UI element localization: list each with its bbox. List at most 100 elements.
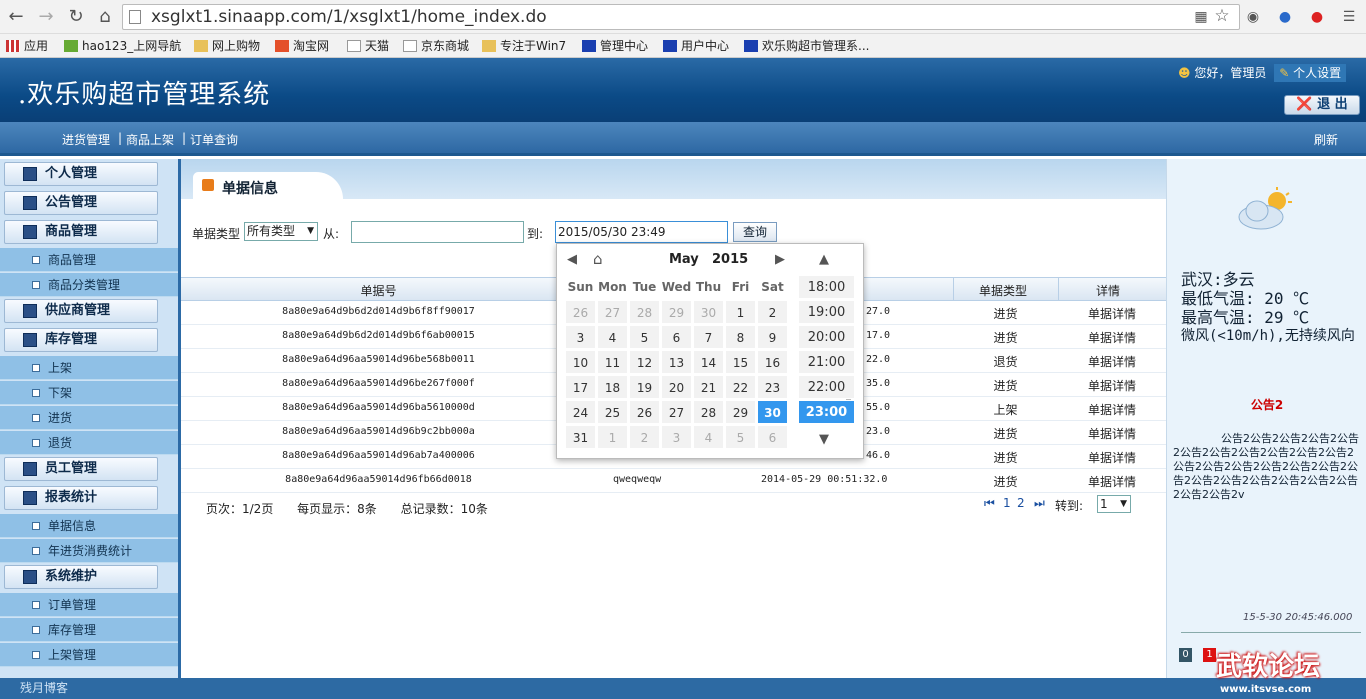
sidebar-item-bills[interactable]: 单据信息: [0, 514, 178, 538]
sidebar-item-shelf-up[interactable]: 上架: [0, 356, 178, 380]
query-button[interactable]: 查询: [733, 222, 777, 242]
first-page-icon[interactable]: ⏮: [984, 496, 995, 511]
calendar-day[interactable]: 17: [565, 375, 596, 399]
sidebar-group-staff[interactable]: 员工管理: [4, 457, 158, 481]
sidebar-group-personal[interactable]: 个人管理: [4, 162, 158, 186]
logout-button[interactable]: ❌ 退 出: [1284, 95, 1360, 115]
calendar-day[interactable]: 28: [693, 400, 724, 424]
notice-title[interactable]: 公告2: [1167, 396, 1366, 413]
bookmark-shopping[interactable]: 网上购物: [194, 37, 260, 55]
bookmark-taobao[interactable]: 淘宝网: [275, 37, 329, 55]
calendar-day[interactable]: 1: [597, 425, 628, 449]
calendar-day[interactable]: 14: [693, 350, 724, 374]
calendar-day[interactable]: 18: [597, 375, 628, 399]
calendar-day[interactable]: 22: [725, 375, 756, 399]
bookmark-apps[interactable]: 应用: [6, 37, 48, 55]
calendar-day[interactable]: 4: [693, 425, 724, 449]
time-option[interactable]: 19:00: [798, 300, 855, 324]
detail-link[interactable]: 单据详情: [1058, 329, 1166, 346]
refresh-link[interactable]: 刷新: [1314, 131, 1338, 148]
calendar-day[interactable]: 5: [629, 325, 660, 349]
calendar-day[interactable]: 23: [757, 375, 788, 399]
calendar-day[interactable]: 24: [565, 400, 596, 424]
calendar-day[interactable]: 27: [661, 400, 692, 424]
bookmark-admin[interactable]: 管理中心: [582, 37, 648, 55]
calendar-day[interactable]: 10: [565, 350, 596, 374]
bookmark-user[interactable]: 用户中心: [663, 37, 729, 55]
last-page-icon[interactable]: ⏭: [1034, 496, 1045, 511]
sidebar-group-goods[interactable]: 商品管理: [4, 220, 158, 244]
calendar-day[interactable]: 8: [725, 325, 756, 349]
calendar-day[interactable]: 11: [597, 350, 628, 374]
calendar-day[interactable]: 25: [597, 400, 628, 424]
sidebar-item-shelf[interactable]: 上架管理: [0, 643, 178, 667]
calendar-day[interactable]: 13: [661, 350, 692, 374]
time-down-icon[interactable]: ▼: [819, 432, 829, 447]
calendar-day[interactable]: 5: [725, 425, 756, 449]
detail-link[interactable]: 单据详情: [1058, 449, 1166, 466]
calendar-day[interactable]: 19: [629, 375, 660, 399]
home-icon[interactable]: ⌂: [593, 250, 603, 268]
menu-purchase[interactable]: 进货管理: [62, 131, 110, 148]
menu-shelf[interactable]: 商品上架: [126, 131, 174, 148]
menu-orders[interactable]: 订单查询: [190, 131, 238, 148]
page-1-link[interactable]: 1: [1003, 496, 1011, 510]
bookmark-jd[interactable]: 京东商城: [403, 37, 469, 55]
calendar-day[interactable]: 9: [757, 325, 788, 349]
calendar-day[interactable]: 27: [597, 300, 628, 324]
forward-icon[interactable]: →: [34, 5, 58, 29]
bookmark-tmall[interactable]: 天猫: [347, 37, 389, 55]
translate-icon[interactable]: ▦: [1192, 8, 1210, 26]
page-2-link[interactable]: 2: [1017, 496, 1025, 510]
calendar-day[interactable]: 16: [757, 350, 788, 374]
next-month-icon[interactable]: ▶: [775, 252, 785, 267]
sidebar-group-system[interactable]: 系统维护: [4, 565, 158, 589]
time-option[interactable]: 23:00: [798, 400, 855, 424]
sidebar-group-supplier[interactable]: 供应商管理: [4, 299, 158, 323]
calendar-day[interactable]: 2: [757, 300, 788, 324]
calendar-day[interactable]: 29: [661, 300, 692, 324]
calendar-day[interactable]: 26: [565, 300, 596, 324]
sidebar-item-purchase[interactable]: 进货: [0, 406, 178, 430]
sidebar-item-stock[interactable]: 库存管理: [0, 618, 178, 642]
calendar-day[interactable]: 3: [565, 325, 596, 349]
calendar-day[interactable]: 6: [661, 325, 692, 349]
calendar-day[interactable]: 20: [661, 375, 692, 399]
back-icon[interactable]: ←: [4, 5, 28, 29]
sidebar-item-goods[interactable]: 商品管理: [0, 248, 178, 272]
calendar-day[interactable]: 28: [629, 300, 660, 324]
sidebar-group-stock[interactable]: 库存管理: [4, 328, 158, 352]
bookmark-hao123[interactable]: hao123_上网导航: [64, 37, 181, 55]
wifi-icon[interactable]: ◉: [1244, 8, 1262, 26]
type-select[interactable]: 所有类型 ▼: [244, 222, 318, 241]
detail-link[interactable]: 单据详情: [1058, 473, 1166, 490]
calendar-day[interactable]: 4: [597, 325, 628, 349]
time-up-icon[interactable]: ▲: [819, 252, 829, 267]
detail-link[interactable]: 单据详情: [1058, 401, 1166, 418]
calendar-day[interactable]: 21: [693, 375, 724, 399]
calendar-day[interactable]: 30: [693, 300, 724, 324]
prev-month-icon[interactable]: ◀: [567, 252, 577, 267]
from-date-input[interactable]: [351, 221, 524, 243]
time-option[interactable]: 22:00: [798, 375, 855, 399]
detail-link[interactable]: 单据详情: [1058, 425, 1166, 442]
to-date-input[interactable]: 2015/05/30 23:49: [555, 221, 728, 243]
home-icon[interactable]: ⌂: [93, 5, 117, 29]
calendar-day[interactable]: 12: [629, 350, 660, 374]
address-bar[interactable]: xsglxt1.sinaapp.com/1/xsglxt1/home_index…: [122, 4, 1240, 30]
notice-badge-0[interactable]: 0: [1179, 648, 1192, 662]
calendar-day[interactable]: 1: [725, 300, 756, 324]
reload-icon[interactable]: ↻: [64, 5, 88, 29]
bookmark-system[interactable]: 欢乐购超市管理系...: [744, 37, 869, 55]
calendar-day[interactable]: 30: [757, 400, 788, 424]
detail-link[interactable]: 单据详情: [1058, 353, 1166, 370]
detail-link[interactable]: 单据详情: [1058, 305, 1166, 322]
calendar-day[interactable]: 29: [725, 400, 756, 424]
sidebar-item-shelf-down[interactable]: 下架: [0, 381, 178, 405]
notice-badge-1[interactable]: 1: [1203, 648, 1216, 662]
goto-select[interactable]: 1 ▼: [1097, 495, 1131, 513]
bookmark-win7[interactable]: 专注于Win7: [482, 37, 566, 55]
sidebar-item-annual-stats[interactable]: 年进货消费统计: [0, 539, 178, 563]
star-icon[interactable]: ☆: [1213, 7, 1231, 25]
calendar-day[interactable]: 31: [565, 425, 596, 449]
